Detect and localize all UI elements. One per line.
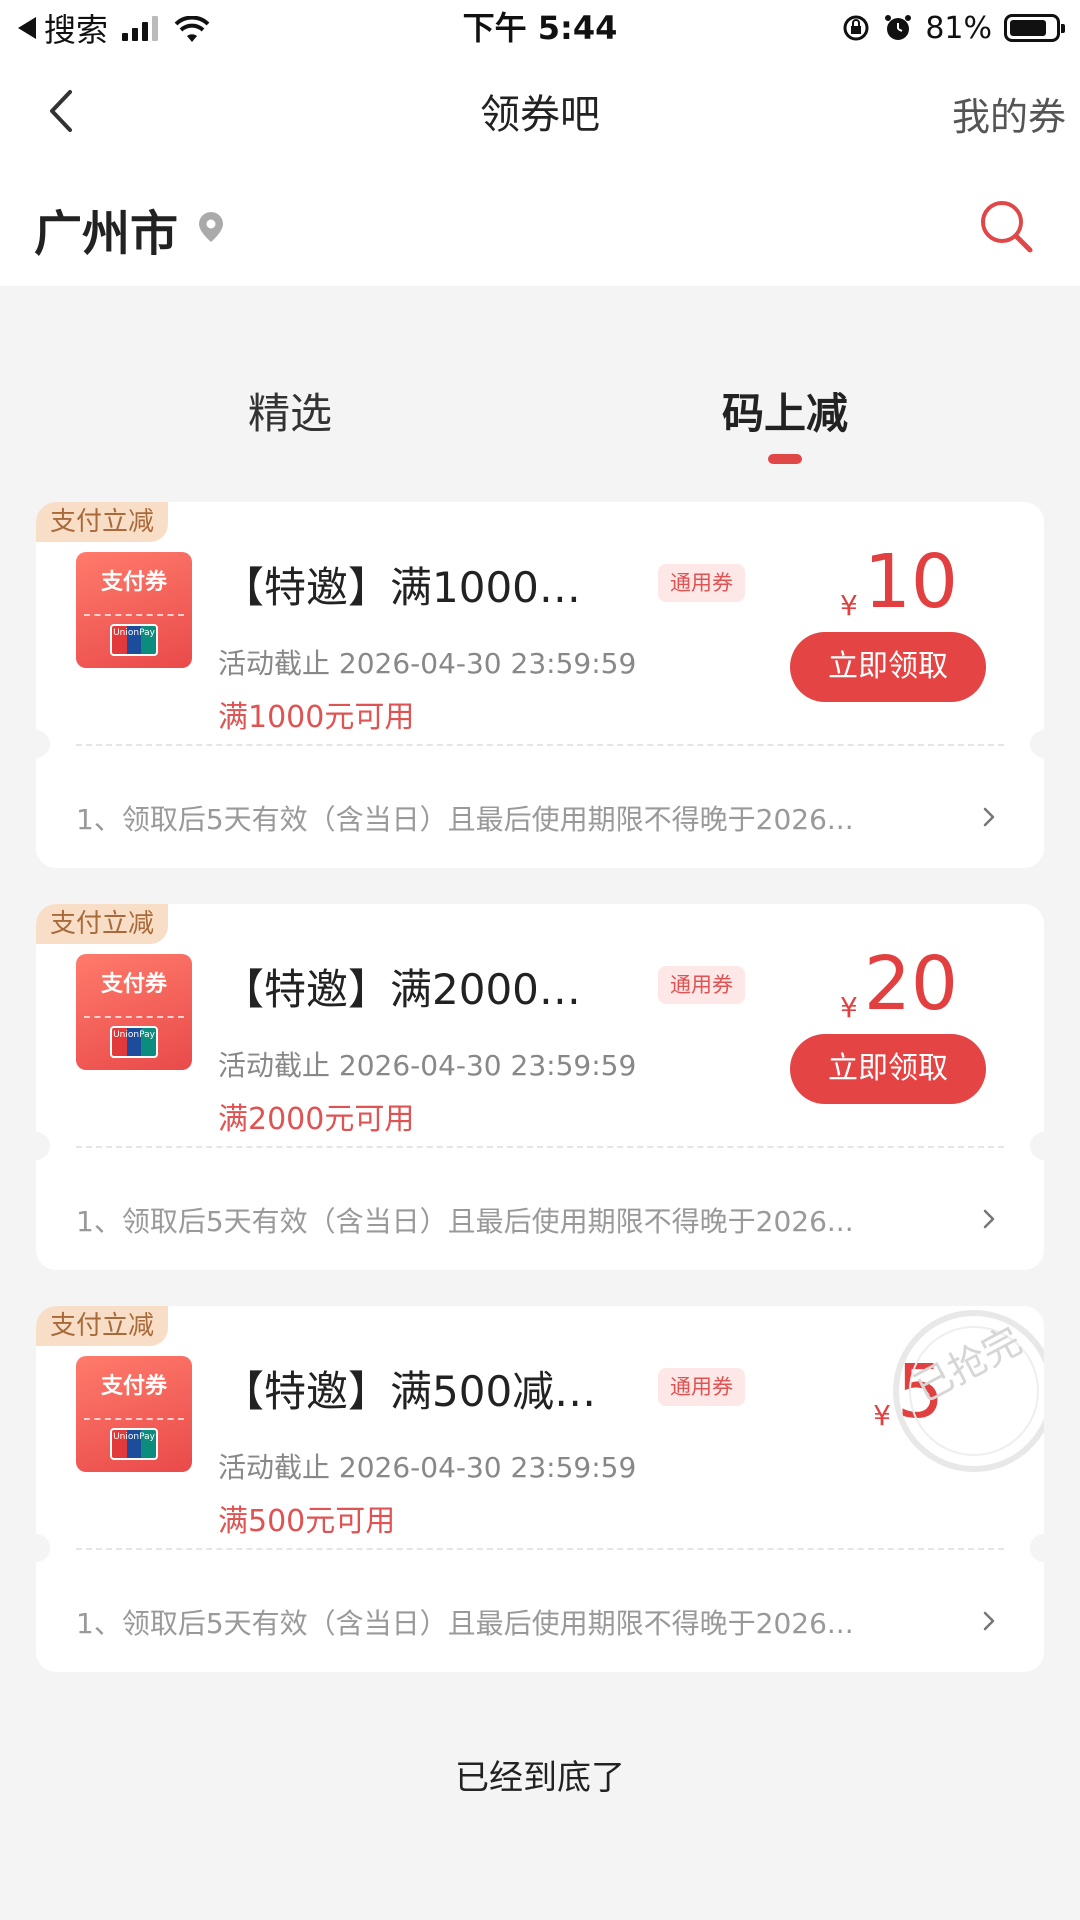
dashed-divider <box>76 1146 1004 1148</box>
card-notch <box>36 730 50 758</box>
search-icon[interactable] <box>976 196 1036 256</box>
card-notch <box>1030 1132 1044 1160</box>
claim-now-button[interactable]: 立即领取 <box>790 1034 986 1104</box>
card-notch <box>1030 1534 1044 1562</box>
coupon-deadline: 活动截止 2026-04-30 23:59:59 <box>218 1451 637 1484</box>
coupon-rule-text[interactable]: 1、领取后5天有效（含当日）且最后使用期限不得晚于2026... <box>76 1602 956 1642</box>
coupon-amount: ¥20 <box>840 944 958 1024</box>
chevron-right-icon[interactable] <box>978 1208 1000 1230</box>
coupon-title: 【特邀】满500减… <box>222 1367 597 1416</box>
coupon-badge: 通用券 <box>658 1368 745 1406</box>
coupon-deadline: 活动截止 2026-04-30 23:59:59 <box>218 1049 637 1082</box>
tab-scan-discount[interactable]: 码上减 <box>722 380 848 441</box>
coupon-type-tag: 支付立减 <box>36 904 169 944</box>
location-pin-icon[interactable] <box>196 210 226 244</box>
active-tab-indicator <box>768 454 802 464</box>
dashed-divider <box>76 1548 1004 1550</box>
coupon-badge: 通用券 <box>658 564 745 602</box>
my-coupons-link[interactable]: 我的券 <box>952 86 1066 141</box>
currency-symbol: ¥ <box>840 589 858 622</box>
coupon-icon-label: 支付券 <box>100 570 167 595</box>
coupon-card[interactable]: 支付立减支付券 UnionPay 【特邀】满500减… 通用券活动截止 2026-04… <box>36 1306 1044 1672</box>
coupon-condition: 满2000元可用 <box>218 1102 415 1137</box>
status-bar: 搜索 下午 5:44 81% <box>0 0 1080 56</box>
claim-now-button[interactable]: 立即领取 <box>790 632 986 702</box>
unionpay-logo-icon: UnionPay <box>110 1428 158 1460</box>
coupon-condition: 满1000元可用 <box>218 700 415 735</box>
pay-coupon-icon: 支付券 UnionPay <box>76 954 192 1070</box>
coupon-type-tag: 支付立减 <box>36 502 169 542</box>
tab-featured[interactable]: 精选 <box>248 380 332 441</box>
coupon-type-tag: 支付立减 <box>36 1306 169 1346</box>
end-of-list-text: 已经到底了 <box>455 1758 625 1798</box>
unionpay-logo-icon: UnionPay <box>110 1026 158 1058</box>
coupon-card[interactable]: 支付立减支付券 UnionPay 【特邀】满1000… 通用券活动截止 2026-04… <box>36 502 1044 868</box>
coupon-amount-value: 10 <box>863 539 958 625</box>
nav-bar: 领券吧 我的券 <box>0 56 1080 166</box>
unionpay-logo-icon: UnionPay <box>110 624 158 656</box>
battery-percent: 81% <box>925 10 992 46</box>
location-bar: 广州市 <box>0 166 1080 286</box>
coupon-card[interactable]: 支付立减支付券 UnionPay 【特邀】满2000… 通用券活动截止 2026-04… <box>36 904 1044 1270</box>
coupon-icon-label: 支付券 <box>100 972 167 997</box>
chevron-right-icon[interactable] <box>978 1610 1000 1632</box>
coupon-icon-label: 支付券 <box>100 1374 167 1399</box>
coupon-badge: 通用券 <box>658 966 745 1004</box>
page-title: 领券吧 <box>480 92 600 138</box>
pay-coupon-icon: 支付券 UnionPay <box>76 1356 192 1472</box>
coupon-title: 【特邀】满2000… <box>222 965 581 1014</box>
coupon-rule-text[interactable]: 1、领取后5天有效（含当日）且最后使用期限不得晚于2026... <box>76 798 956 838</box>
pay-coupon-icon: 支付券 UnionPay <box>76 552 192 668</box>
alarm-icon <box>885 15 912 40</box>
tab-bar: 精选 码上减 <box>0 380 1080 470</box>
coupon-condition: 满500元可用 <box>218 1504 396 1539</box>
chevron-right-icon[interactable] <box>978 806 1000 828</box>
battery-icon <box>1004 14 1065 42</box>
card-notch <box>36 1132 50 1160</box>
card-notch <box>36 1534 50 1562</box>
sold-out-stamp: 已抢完 <box>893 1310 1044 1472</box>
coupon-amount-value: 20 <box>863 941 958 1027</box>
coupon-title: 【特邀】满1000… <box>222 563 581 612</box>
city-selector[interactable]: 广州市 <box>34 194 178 264</box>
currency-symbol: ¥ <box>840 991 858 1024</box>
coupon-amount: ¥10 <box>840 542 958 622</box>
card-notch <box>1030 730 1044 758</box>
rotation-lock-icon <box>843 15 869 41</box>
coupon-deadline: 活动截止 2026-04-30 23:59:59 <box>218 647 637 680</box>
dashed-divider <box>76 744 1004 746</box>
coupon-rule-text[interactable]: 1、领取后5天有效（含当日）且最后使用期限不得晚于2026... <box>76 1200 956 1240</box>
